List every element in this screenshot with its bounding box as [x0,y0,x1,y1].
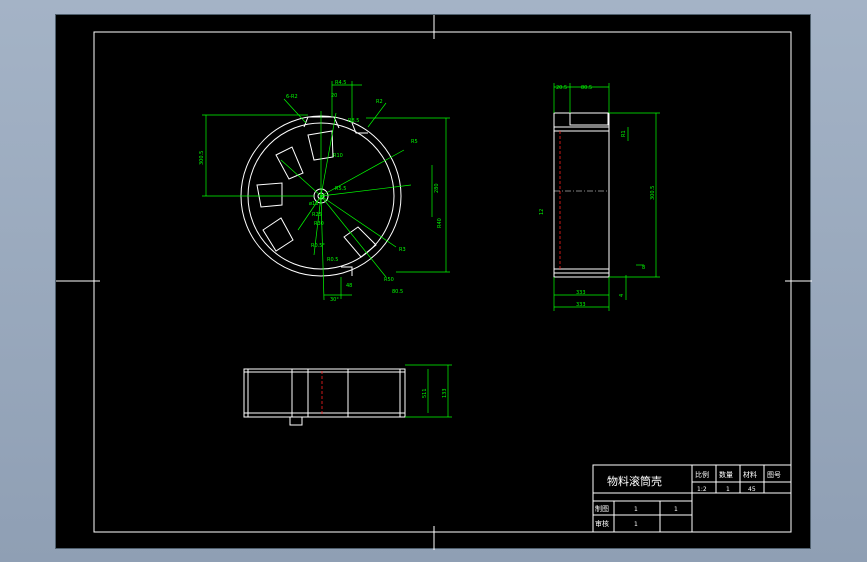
dim-label: 300.5 [650,186,656,200]
dim-label: R4.5 [335,80,346,86]
dim-label: 8 [642,265,645,271]
dim-label: R3 [399,247,406,253]
cad-drawing: R4.5 20 6-R2 R2 R8.5 R5 R10 280 300.5 R4… [56,15,812,550]
dim-label: R2 [376,99,383,105]
row-drafted-v2: 1 [674,506,678,513]
dim-label: R8.5 [348,118,359,124]
dim-label: R0.5 [327,257,338,263]
dim-label: 4 [619,294,625,297]
dim-label: 511 [422,388,428,398]
bottom-view [243,364,452,426]
dim-label: ø10 [309,201,318,207]
dim-label: R5.5 [335,186,346,192]
row-drafted-v1: 1 [634,506,638,513]
dim-label: 6-R2 [286,94,298,100]
header-drawing-no: 图号 [767,471,781,479]
row-reviewed-v1: 1 [634,521,638,528]
dim-label: 12 [539,209,545,215]
title-block: 物料滚筒壳 比例 数量 材料 图号 1:2 1 45 制图 1 1 审核 1 [592,464,792,533]
dim-label: R0.5° [311,243,325,249]
dim-label: R40 [437,218,443,228]
header-scale: 比例 [695,470,709,479]
front-view [202,81,450,301]
row-drafted-label: 制图 [595,504,609,513]
dim-label: 20.5 [556,85,567,91]
inner-frame [93,31,792,533]
dim-label: 300.5 [199,151,205,165]
drawing-sheet: R4.5 20 6-R2 R2 R8.5 R5 R10 280 300.5 R4… [55,14,812,550]
row-reviewed-label: 审核 [595,519,609,528]
dim-label: 20 [331,93,337,99]
dim-label: R5 [411,139,418,145]
value-material: 45 [748,486,756,493]
part-name: 物料滚筒壳 [607,474,662,488]
side-view-dims: 20.5 80.5 R1 300.5 12 4 8 333 333 [539,85,656,308]
dim-label: R1 [621,130,627,137]
dim-label: 280 [434,183,440,193]
dim-label: R25 [312,212,322,218]
dim-label: 333 [576,290,586,296]
value-scale: 1:2 [697,486,707,493]
dim-label: 333 [576,302,586,308]
bottom-view-dims: 511 133 [422,388,448,398]
dim-label: R50 [384,277,394,283]
header-material: 材料 [743,470,757,479]
dim-label: 80.5 [392,289,403,295]
dim-label: 80.5 [581,85,592,91]
dim-label: 133 [442,388,448,398]
dim-label: R10 [333,153,343,159]
header-quantity: 数量 [719,470,733,479]
side-view [553,83,660,311]
value-quantity: 1 [726,486,730,493]
dim-label: R30 [314,221,324,227]
dim-label: 48 [346,283,352,289]
dim-label: 30° [330,297,339,303]
